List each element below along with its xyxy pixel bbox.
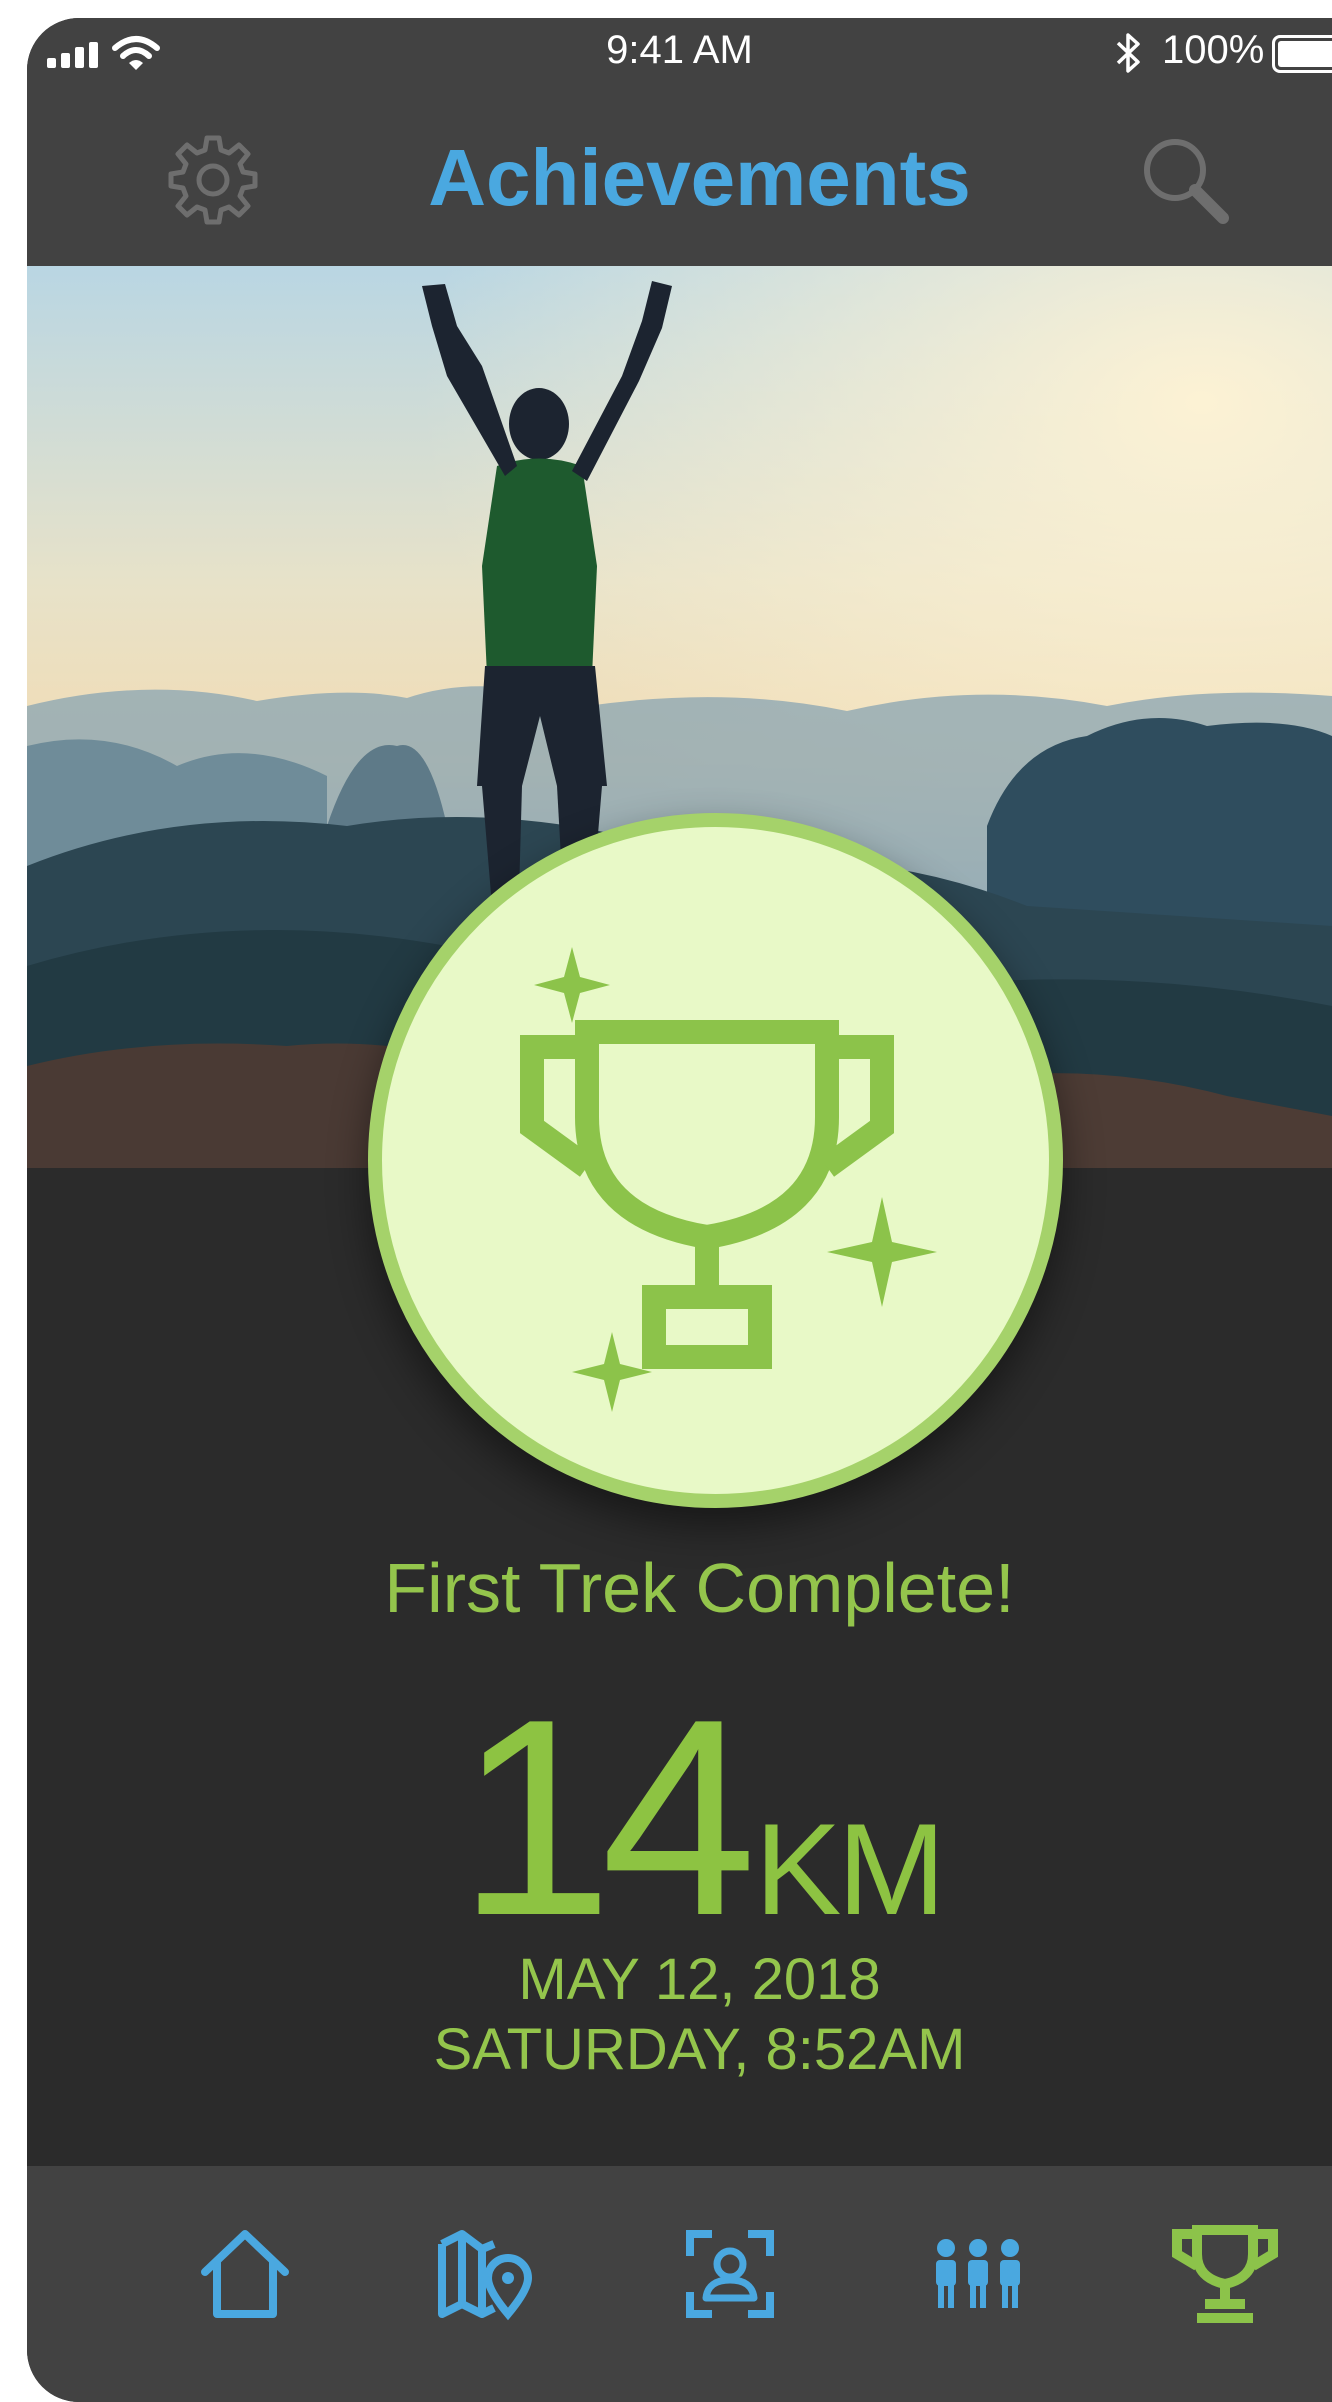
distance-unit: KM [754,1796,946,1942]
search-button[interactable] [1137,132,1233,228]
tab-bar [27,2166,1332,2402]
people-group-icon [936,2239,1020,2308]
status-bar: 9:41 AM 100% [27,18,1332,88]
phone-screen: 9:41 AM 100% Achievements First Trek Com… [27,18,1332,2402]
tab-community[interactable] [908,2214,1048,2354]
search-icon [1144,139,1229,224]
nav-bar: Achievements [27,88,1332,266]
achievement-day-time: SATURDAY, 8:52AM [433,2017,966,2082]
distance-value: 14 [457,1662,756,1974]
battery-percentage: 100% [1162,28,1265,72]
bluetooth-icon [1116,33,1140,73]
trophy-icon [520,1020,894,1369]
tab-achievements[interactable] [1155,2214,1295,2354]
achievement-title: First Trek Complete! [384,1549,1015,1627]
home-icon [201,2230,289,2318]
achievement-badge [368,813,1063,1508]
distance-readout: 14KM [27,1678,1332,1958]
map-pin-icon [438,2230,533,2321]
tab-profile-scan[interactable] [660,2214,800,2354]
tab-map[interactable] [412,2214,552,2354]
tab-home[interactable] [175,2214,315,2354]
battery-level-fill [1278,41,1332,67]
battery-icon [1272,35,1332,73]
trophy-icon [1172,2225,1278,2323]
achievement-date: MAY 12, 2018 [518,1947,881,2012]
profile-scan-icon [686,2230,774,2318]
